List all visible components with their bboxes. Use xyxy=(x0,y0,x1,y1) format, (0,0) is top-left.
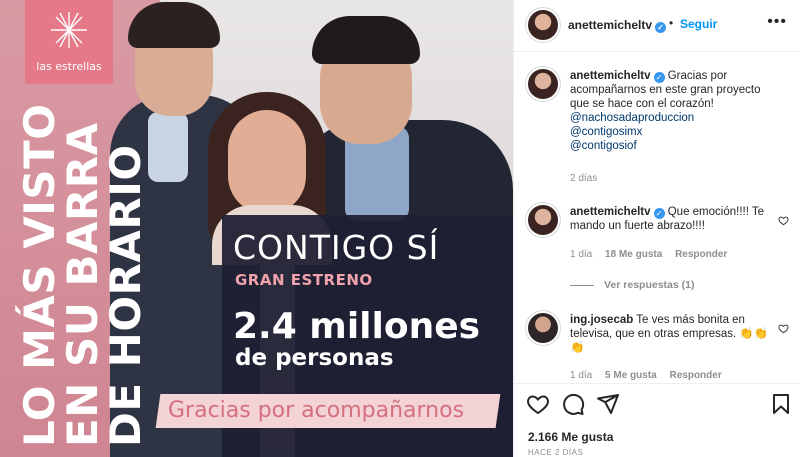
channel-logo: las estrellas xyxy=(25,0,113,84)
caption-username[interactable]: anettemicheltv xyxy=(570,70,651,82)
vertical-headline: LO MÁS VISTO EN SU BARRA DE HORARIO xyxy=(15,103,150,448)
mention-link[interactable]: @nachosadaproduccion xyxy=(570,111,770,125)
post-sidebar: anettemicheltv ✓ • Seguir ••• anettemiche… xyxy=(513,0,800,457)
avatar[interactable] xyxy=(528,10,558,40)
actor-left-shirt xyxy=(148,112,188,182)
comment-time[interactable]: 1 día xyxy=(570,249,592,260)
more-options-icon[interactable]: ••• xyxy=(767,13,787,31)
like-count[interactable]: 2.166 Me gusta xyxy=(528,430,613,444)
comment-body: ing.josecab Te ves más bonita en televis… xyxy=(570,313,770,355)
comment-username[interactable]: ing.josecab xyxy=(570,314,633,326)
actor-right-hair xyxy=(312,16,420,64)
comment-meta: 1 día 18 Me gusta Responder xyxy=(570,249,737,260)
view-replies-label[interactable]: Ver respuestas (1) xyxy=(604,279,694,291)
bookmark-icon[interactable] xyxy=(769,392,793,416)
like-comment-icon[interactable] xyxy=(778,323,789,334)
comment-username[interactable]: anettemicheltv xyxy=(570,206,651,218)
follow-button[interactable]: Seguir xyxy=(680,17,717,31)
audience-label: de personas xyxy=(235,345,394,371)
actor-left-hair xyxy=(128,2,220,48)
vertical-line-1: LO MÁS VISTO xyxy=(15,103,64,448)
avatar[interactable] xyxy=(528,69,558,99)
comments-panel[interactable]: anettemicheltv ✓ Gracias por acompañarnos… xyxy=(514,53,800,383)
mention-link[interactable]: @contigosiof xyxy=(570,139,770,153)
show-subtitle: GRAN ESTRENO xyxy=(235,271,373,289)
verified-icon: ✓ xyxy=(653,72,665,83)
comment-time[interactable]: 1 día xyxy=(570,370,592,381)
audience-number: 2.4 millones xyxy=(233,306,481,347)
replies-line xyxy=(570,284,594,286)
caption-body: anettemicheltv ✓ Gracias por acompañarnos… xyxy=(570,69,770,153)
logo-text: las estrellas xyxy=(36,60,102,73)
caption-time[interactable]: 2 días xyxy=(570,173,597,184)
like-heart-icon[interactable] xyxy=(526,392,550,416)
verified-icon: ✓ xyxy=(655,22,667,33)
mention-link[interactable]: @contigosimx xyxy=(570,125,770,139)
vertical-line-3: DE HORARIO xyxy=(101,144,150,447)
thanks-text: Gracias por acompañarnos xyxy=(168,398,465,423)
verified-icon: ✓ xyxy=(653,208,665,219)
reply-button[interactable]: Responder xyxy=(670,370,722,381)
reply-button[interactable]: Responder xyxy=(675,249,727,260)
show-title: CONTIGO SÍ xyxy=(233,228,440,267)
post-actions: 2.166 Me gusta HACE 2 DÍAS xyxy=(514,383,800,457)
post-age: HACE 2 DÍAS xyxy=(528,448,584,457)
comment-meta: 1 día 5 Me gusta Responder xyxy=(570,370,732,381)
share-paper-plane-icon[interactable] xyxy=(596,392,620,416)
actress-face xyxy=(228,110,306,214)
star-logo-icon xyxy=(51,12,87,48)
header-username[interactable]: anettemicheltv ✓ xyxy=(568,18,667,33)
dot-separator: • xyxy=(669,16,674,30)
like-comment-icon[interactable] xyxy=(778,215,789,226)
vertical-line-2: EN SU BARRA xyxy=(58,122,107,447)
post-header: anettemicheltv ✓ • Seguir ••• xyxy=(514,0,800,52)
avatar[interactable] xyxy=(528,205,558,235)
avatar[interactable] xyxy=(528,313,558,343)
comment-likes[interactable]: 18 Me gusta xyxy=(605,249,662,260)
comment-likes[interactable]: 5 Me gusta xyxy=(605,370,657,381)
post-image: las estrellas LO MÁS VISTO EN SU BARRA D… xyxy=(0,0,513,457)
comment-bubble-icon[interactable] xyxy=(561,392,585,416)
comment-body: anettemicheltv ✓ Que emoción!!!! Te mando… xyxy=(570,205,770,233)
view-replies[interactable]: Ver respuestas (1) xyxy=(570,279,694,291)
caption-meta: 2 días xyxy=(570,173,607,184)
header-username-text[interactable]: anettemicheltv xyxy=(568,18,652,32)
